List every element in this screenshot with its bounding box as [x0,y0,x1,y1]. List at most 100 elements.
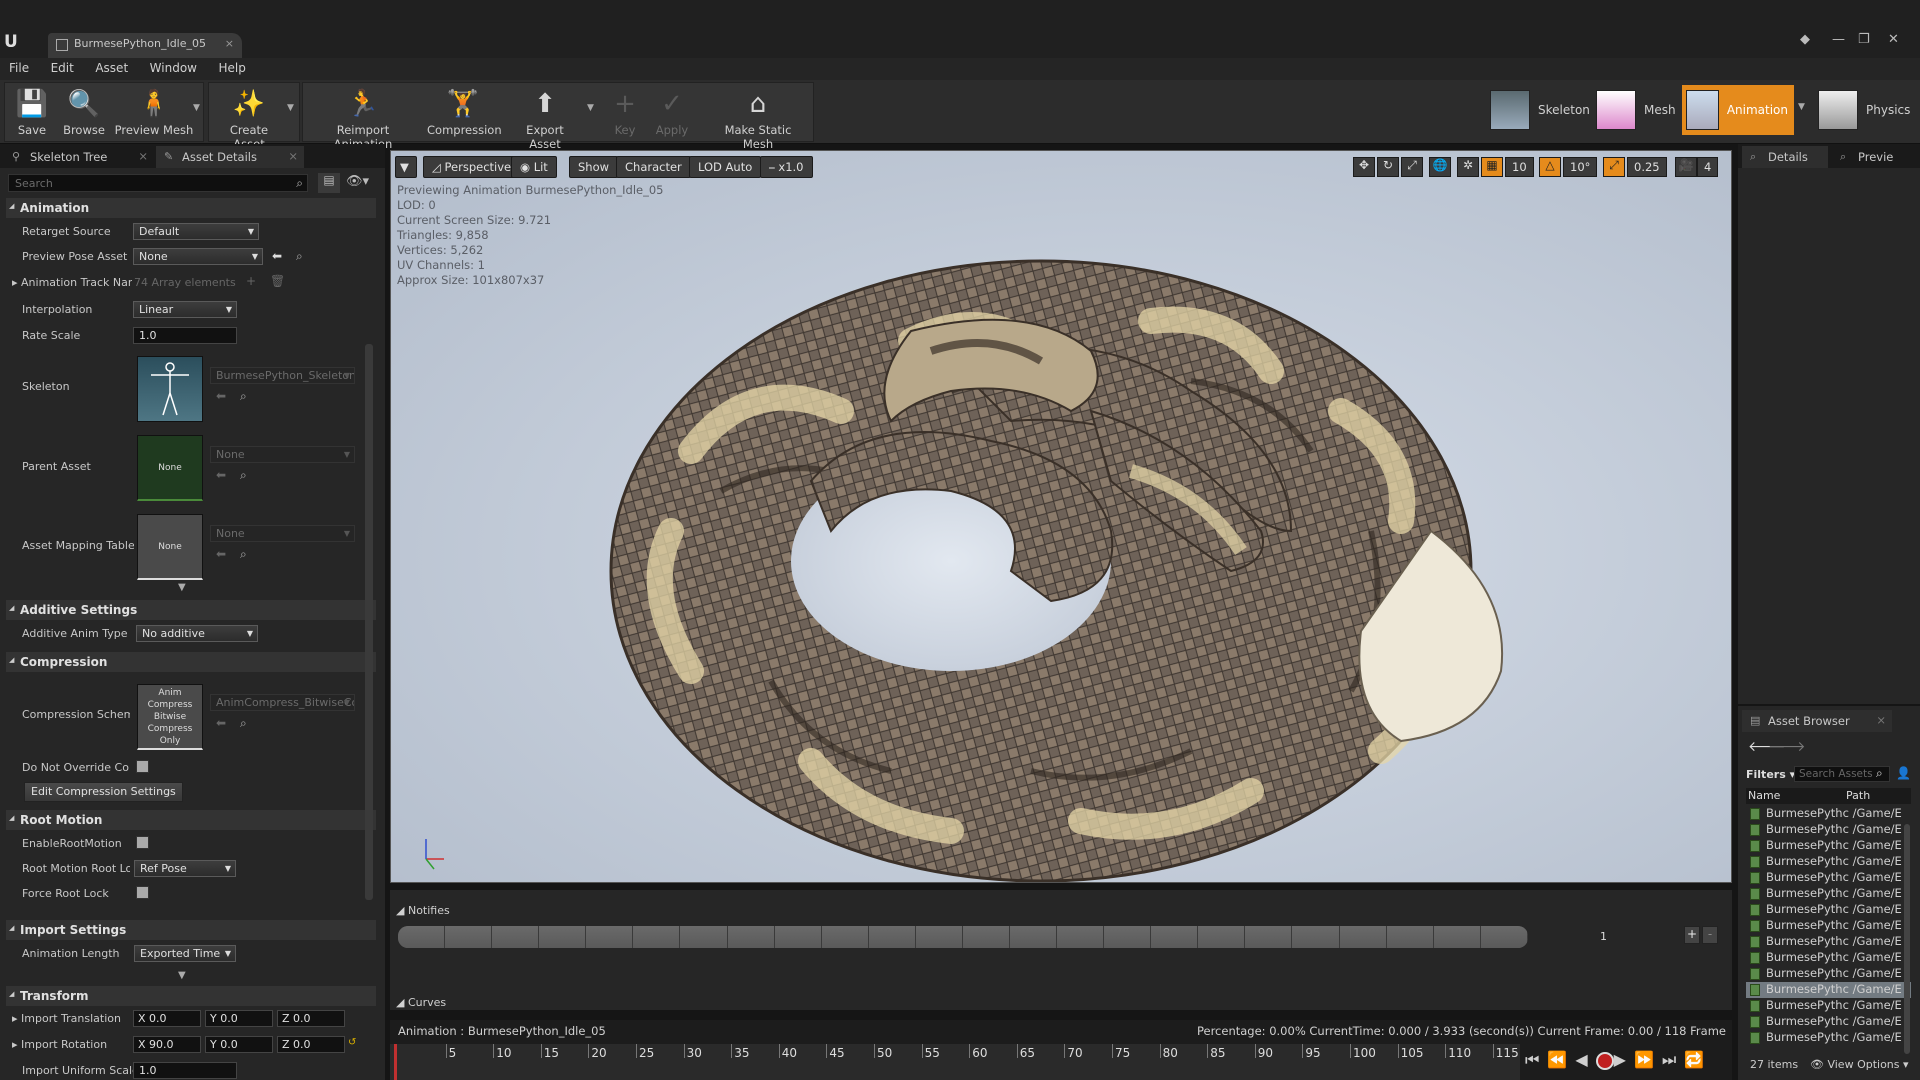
character-button[interactable]: Character [616,156,691,178]
translation-z-input[interactable]: Z 0.0 [277,1010,345,1027]
playback-speed-button[interactable]: ⎯ x1.0 [760,156,813,178]
rate-scale-input[interactable]: 1.0 [133,327,237,344]
browse-button[interactable]: 🔍 Browse [59,83,109,143]
add-element-icon[interactable]: + [246,274,256,288]
skeleton-dropdown[interactable]: BurmesePython_Skeleton [210,367,355,384]
timeline-ruler[interactable]: 5 10 15 20 25 30 35 40 45 50 55 60 65 70 75 80 85 90 95 100… [390,1044,1520,1080]
export-dropdown-icon[interactable]: ▼ [587,103,594,113]
surface-snap-icon[interactable]: ✲ [1457,157,1479,177]
asset-list-item[interactable]: BurmesePythc /Game/E [1746,854,1911,870]
parent-asset-dropdown[interactable]: None [210,446,355,463]
menu-edit[interactable]: Edit [42,58,83,75]
translate-icon[interactable]: ✥ [1353,157,1375,177]
asset-list-item[interactable]: BurmesePythc /Game/E [1746,806,1911,822]
expand-advanced-icon[interactable]: ▼ [178,582,186,593]
document-tab[interactable]: BurmesePython_Idle_05 × [48,33,242,58]
delete-elements-icon[interactable]: 🗑 [270,274,285,288]
rotation-x-input[interactable]: X 90.0 [133,1036,201,1053]
preview-pose-dropdown[interactable]: None [133,248,263,265]
asset-list-item[interactable]: BurmesePythc /Game/E [1746,870,1911,886]
tab-asset-details[interactable]: ✎ Asset Details × [156,146,304,168]
make-static-mesh-button[interactable]: ⌂ Make Static Mesh [709,83,807,151]
details-scrollbar[interactable] [365,344,373,900]
viewport[interactable]: ▼ ◿ Perspective ◉ Lit Show Character LOD… [390,150,1732,883]
scale-snap-value[interactable]: 0.25 [1627,157,1667,177]
add-track-icon[interactable]: + [1684,926,1700,944]
play-reverse-icon[interactable]: ◀ [1575,1050,1595,1069]
force-root-lock-checkbox[interactable] [136,886,149,899]
lit-button[interactable]: ◉ Lit [511,156,557,178]
feedback-icon[interactable]: ◆ [1800,32,1810,47]
expand-advanced-icon[interactable]: ▼ [178,970,186,981]
animation-length-dropdown[interactable]: Exported Time [134,945,236,962]
skip-to-end-icon[interactable]: ⏭ [1662,1050,1684,1069]
rotation-y-input[interactable]: Y 0.0 [205,1036,273,1053]
menu-file[interactable]: File [0,58,38,75]
section-compression[interactable]: Compression [6,652,376,672]
asset-list-item[interactable]: BurmesePythc /Game/E [1746,982,1911,998]
export-asset-button[interactable]: ⬆ Export Asset [509,83,581,151]
close-window-icon[interactable]: ✕ [1888,32,1899,47]
use-selected-arrow-icon[interactable]: ⬅ [216,389,226,403]
asset-list-item[interactable]: BurmesePythc /Game/E [1746,902,1911,918]
mode-skeleton-button[interactable]: Skeleton [1490,85,1590,135]
use-selected-arrow-icon[interactable]: ⬅ [216,547,226,561]
asset-list-scrollbar[interactable] [1904,824,1910,1054]
save-button[interactable]: 💾 Save [7,83,57,143]
tab-details[interactable]: ⌕ Details [1742,146,1828,168]
skeleton-asset-thumbnail[interactable] [137,356,203,422]
close-tab-icon[interactable]: × [288,149,298,163]
perspective-button[interactable]: ◿ Perspective [423,156,521,178]
close-tab-icon[interactable]: × [138,149,148,163]
parent-asset-thumbnail[interactable]: None [137,435,203,501]
lod-auto-button[interactable]: LOD Auto [689,156,762,178]
create-asset-button[interactable]: ✨ Create Asset [213,83,285,151]
record-icon[interactable] [1595,1051,1614,1070]
preview-mesh-dropdown-icon[interactable]: ▼ [193,103,200,113]
menu-help[interactable]: Help [209,58,254,75]
notify-track[interactable] [398,926,1528,948]
column-path[interactable]: Path [1846,789,1870,802]
enable-root-motion-checkbox[interactable] [136,836,149,849]
world-space-icon[interactable]: 🌐 [1429,157,1451,177]
camera-speed-value[interactable]: 4 [1697,157,1719,177]
remove-track-icon[interactable]: - [1702,926,1718,944]
translation-y-input[interactable]: Y 0.0 [205,1010,273,1027]
reset-to-default-icon[interactable]: ↺ [348,1037,356,1048]
rotation-snap-value[interactable]: 10° [1563,157,1598,177]
column-name[interactable]: Name [1748,789,1780,802]
compression-scheme-dropdown[interactable]: AnimCompress_BitwiseCo [210,694,355,711]
translation-x-input[interactable]: X 0.0 [133,1010,201,1027]
forward-arrow-icon[interactable]: 🡒 [1768,738,1806,755]
browse-icon[interactable]: ⌕ [296,249,303,264]
additive-type-dropdown[interactable]: No additive [136,625,258,642]
curves-header[interactable]: ◢ Curves [396,996,446,1009]
mode-animation-button[interactable]: Animation [1682,85,1794,135]
loop-icon[interactable]: 🔁 [1684,1050,1712,1069]
menu-window[interactable]: Window [141,58,206,75]
reimport-animation-button[interactable]: 🏃 Reimport Animation [309,83,417,151]
tab-asset-browser[interactable]: ▤ Asset Browser × [1742,710,1892,732]
create-asset-dropdown-icon[interactable]: ▼ [287,103,294,113]
rotation-z-input[interactable]: Z 0.0 [277,1036,345,1053]
tab-preview[interactable]: ⌕ Previe [1832,146,1918,168]
eye-icon[interactable]: 👁▾ [346,174,369,189]
rotate-icon[interactable]: ↻ [1377,157,1399,177]
asset-list-item[interactable]: BurmesePythc /Game/E [1746,966,1911,982]
asset-list-item[interactable]: BurmesePythc /Game/E [1746,998,1911,1014]
compression-scheme-thumbnail[interactable]: Anim Compress Bitwise Compress Only [137,684,203,750]
asset-mapping-dropdown[interactable]: None [210,525,355,542]
asset-list-item[interactable]: BurmesePythc /Game/E [1746,886,1911,902]
asset-list-item[interactable]: BurmesePythc /Game/E [1746,1014,1911,1030]
playhead[interactable] [394,1044,397,1080]
notifies-header[interactable]: ◢ Notifies [396,904,450,917]
filters-button[interactable]: Filters ▾ [1746,768,1795,781]
override-compression-checkbox[interactable] [136,760,149,773]
grid-snap-icon[interactable]: ▦ [1481,157,1503,177]
key-button[interactable]: + Key [605,83,645,143]
scale-icon[interactable]: ⤢ [1401,157,1423,177]
import-uniform-scale-input[interactable]: 1.0 [133,1062,237,1079]
tab-skeleton-tree[interactable]: ⚲ Skeleton Tree × [4,146,154,168]
apply-button[interactable]: ✓ Apply [651,83,693,143]
interpolation-dropdown[interactable]: Linear [133,301,237,318]
